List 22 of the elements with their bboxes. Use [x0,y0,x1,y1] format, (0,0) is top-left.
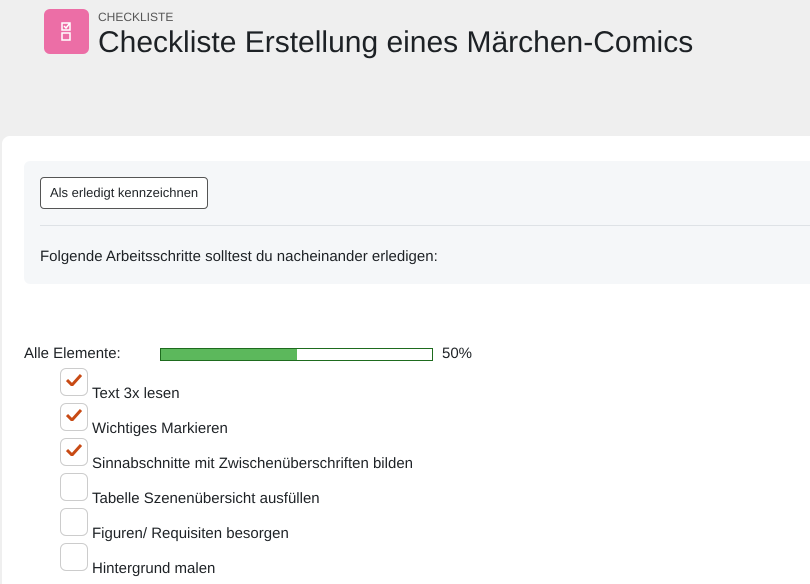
progress-label: Alle Elemente: [24,344,122,364]
checkbox[interactable] [60,368,88,396]
mark-done-button[interactable]: Als erledigt kennzeichnen [40,177,208,209]
checkmark-icon [66,444,82,456]
checklist-icon [44,9,89,54]
checklist-item-label: Figuren/ Requisiten besorgen [92,525,289,543]
checklist-item-label: Wichtiges Markieren [92,420,228,438]
progress-percent: 50% [442,344,472,364]
checklist-item-label: Sinnabschnitte mit Zwischenüberschriften bilden [92,455,413,473]
page-title: Checkliste Erstellung eines Märchen-Comics [98,25,694,61]
page-category: CHECKLISTE [98,9,174,25]
checkbox[interactable] [60,473,88,501]
checklist-item-label: Hintergrund malen [92,560,216,578]
checklist-item-label: Text 3x lesen [92,385,180,403]
checkbox[interactable] [60,543,88,571]
instruction-text: Folgende Arbeitsschritte solltest du nacheinander erledigen: [40,247,439,267]
checklist-item-label: Tabelle Szenenübersicht ausfüllen [92,490,320,508]
checkmark-icon [66,374,82,386]
checkbox[interactable] [60,403,88,431]
checkbox[interactable] [60,438,88,466]
checkbox[interactable] [60,508,88,536]
checkmark-icon [66,409,82,421]
